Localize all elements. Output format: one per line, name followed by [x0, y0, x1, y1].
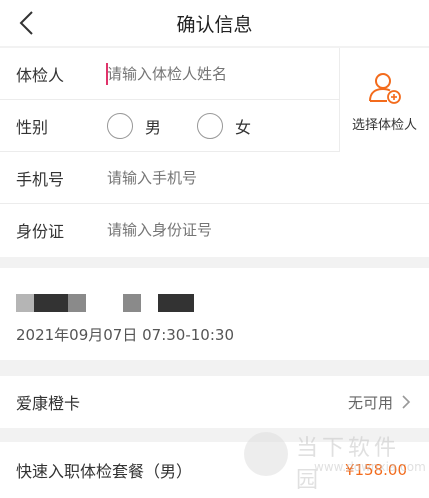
text-caret — [106, 63, 108, 85]
name-label: 体检人 — [16, 65, 65, 85]
appointment-card: 2021年09月07日 07:30-10:30 — [0, 268, 429, 360]
card-status: 无可用 — [347, 393, 393, 412]
phone-row: 手机号 — [0, 152, 429, 204]
name-row: 体检人 — [0, 48, 340, 100]
redaction-block — [16, 294, 34, 312]
phone-input[interactable] — [92, 168, 429, 187]
gender-male-label: 男 — [145, 117, 162, 137]
page-title: 确认信息 — [176, 13, 253, 36]
gender-row: 性别 男 女 — [0, 100, 340, 152]
redaction-block — [68, 294, 86, 312]
redaction-block — [158, 294, 194, 312]
back-button[interactable] — [14, 9, 42, 37]
redaction-block — [34, 294, 68, 312]
name-input[interactable] — [92, 64, 340, 83]
gender-label: 性别 — [16, 117, 49, 137]
choose-person-button[interactable]: 选择体检人 — [340, 48, 429, 152]
gender-male-radio[interactable] — [107, 112, 133, 139]
person-form: 体检人 性别 男 女 手机号 身份证 选择体检人 — [0, 48, 429, 257]
redaction-block — [123, 294, 141, 312]
card-label: 爱康橙卡 — [16, 394, 81, 413]
chevron-left-icon — [19, 11, 33, 35]
phone-label: 手机号 — [16, 169, 65, 189]
package-row: 快速入职体检套餐（男） ¥158.00 — [0, 442, 429, 498]
idcard-input[interactable] — [92, 221, 429, 239]
header-bar: 确认信息 — [0, 0, 429, 46]
card-selector[interactable]: 爱康橙卡 无可用 — [0, 376, 429, 428]
chevron-right-icon — [402, 395, 411, 409]
appointment-datetime: 2021年09月07日 07:30-10:30 — [16, 326, 234, 344]
add-person-icon — [368, 72, 401, 104]
gender-female-label: 女 — [235, 117, 252, 137]
package-name: 快速入职体检套餐（男） — [16, 462, 193, 481]
idcard-label: 身份证 — [16, 222, 65, 241]
gender-female-radio[interactable] — [197, 112, 224, 139]
package-price: ¥158.00 — [344, 461, 407, 479]
idcard-row: 身份证 — [0, 204, 429, 256]
choose-person-label: 选择体检人 — [351, 117, 417, 133]
